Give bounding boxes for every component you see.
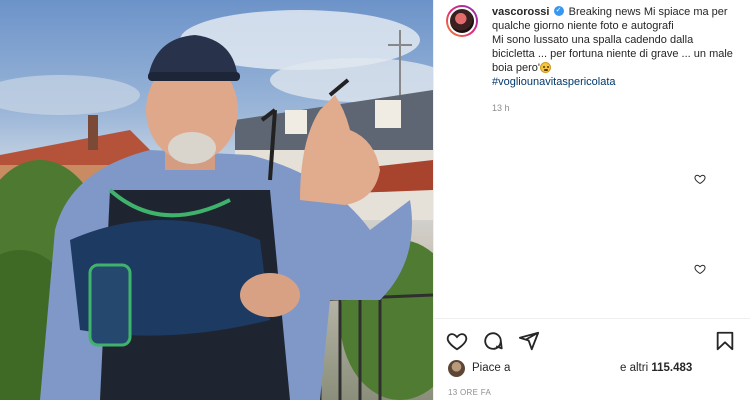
smiling-face-emoji-icon (539, 62, 551, 73)
share-paper-plane-icon[interactable] (518, 330, 540, 352)
liked-by-prefix: Piace a (472, 362, 511, 374)
avatar-image (448, 7, 476, 35)
actions-divider (434, 318, 750, 319)
verified-badge-icon: ✓ (553, 6, 564, 17)
liked-by-suffix: e altri (620, 362, 649, 374)
save-bookmark-icon[interactable] (714, 330, 736, 352)
hashtag-link[interactable]: #vogliounavitaspericolata (492, 76, 616, 88)
caption-text: vascorossi ✓ Breaking news Mi spiace ma … (492, 5, 737, 115)
liker-avatar[interactable] (448, 360, 465, 377)
post-actions-bar (446, 330, 736, 354)
comment-bubble-icon[interactable] (482, 330, 504, 352)
post-photo-illustration (0, 10, 433, 400)
post-side-panel: vascorossi ✓ Breaking news Mi spiace ma … (433, 0, 750, 400)
username-link[interactable]: vascorossi (492, 6, 549, 18)
caption-line-2: Mi sono lussato una spalla cadendo dalla… (492, 34, 733, 74)
caption-comment: vascorossi ✓ Breaking news Mi spiace ma … (446, 5, 742, 115)
likes-count: 115.483 (651, 362, 693, 374)
comment-like-heart-icon[interactable] (694, 172, 706, 185)
caption-time[interactable]: 13 h (492, 101, 737, 115)
likes-count-link[interactable]: e altri 115.483 (620, 362, 692, 374)
comment-like-heart-icon-2[interactable] (694, 262, 706, 275)
like-heart-icon[interactable] (446, 330, 468, 352)
likes-summary: Piace a e altri 115.483 (448, 360, 748, 378)
user-avatar[interactable] (446, 5, 478, 37)
post-timestamp[interactable]: 13 ORE FA (448, 388, 491, 397)
post-photo[interactable] (0, 0, 433, 400)
